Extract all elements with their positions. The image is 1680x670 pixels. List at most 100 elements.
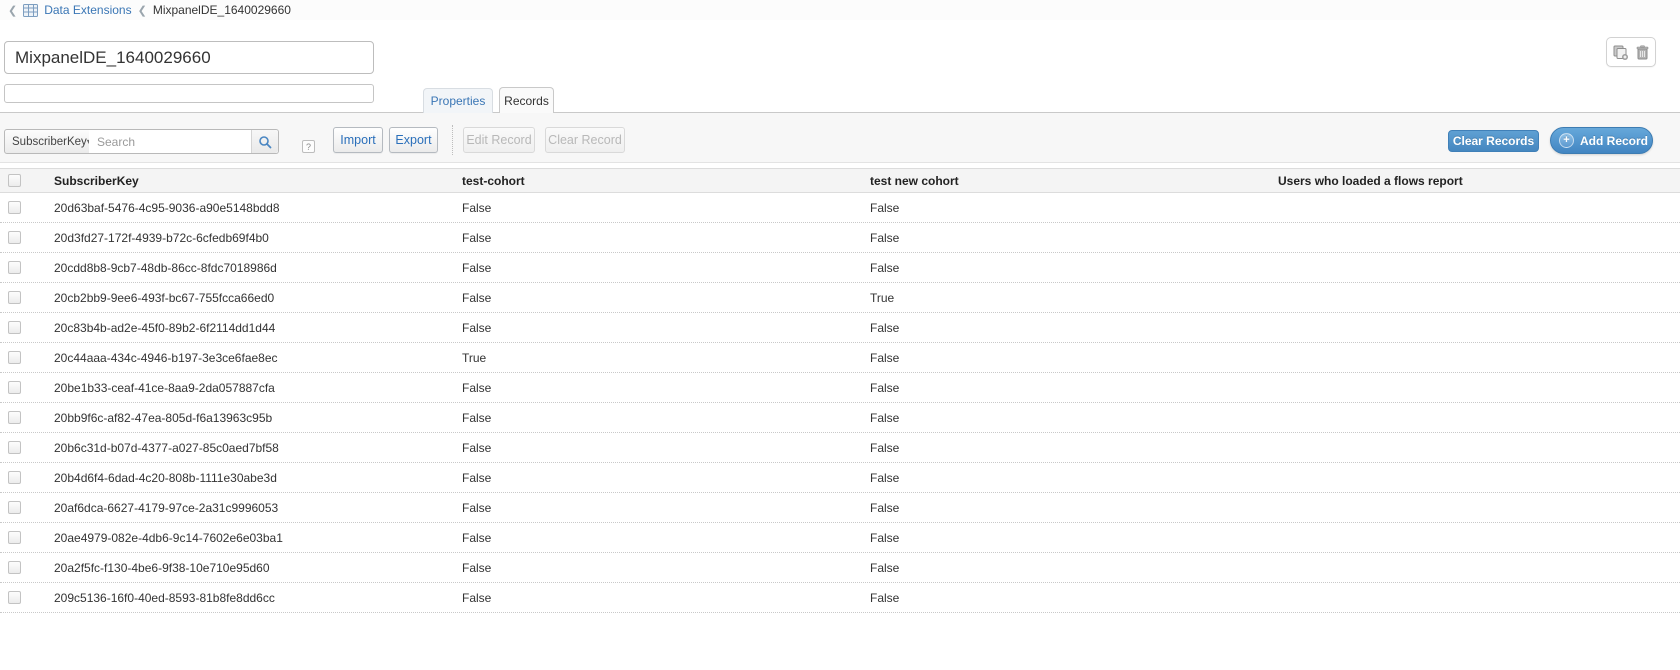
column-header-users-flows-report: Users who loaded a flows report xyxy=(1268,174,1680,188)
column-header-subscriberkey: SubscriberKey xyxy=(44,174,452,188)
extension-actions-group xyxy=(1606,37,1656,67)
search-icon xyxy=(258,135,272,149)
cell-test-cohort: False xyxy=(452,381,860,395)
data-extension-records-page: ❮ Data Extensions ❮ MixpanelDE_164002966… xyxy=(0,0,1680,670)
row-checkbox[interactable] xyxy=(8,411,21,424)
table-row: 20af6dca-6627-4179-97ce-2a31c9996053 Fal… xyxy=(0,493,1680,523)
cell-test-new-cohort: False xyxy=(860,471,1268,485)
cell-test-new-cohort: False xyxy=(860,561,1268,575)
table-row: 20a2f5fc-f130-4be6-9f38-10e710e95d60 Fal… xyxy=(0,553,1680,583)
table-row: 20be1b33-ceaf-41ce-8aa9-2da057887cfa Fal… xyxy=(0,373,1680,403)
breadcrumb-data-extensions-link[interactable]: Data Extensions xyxy=(44,3,131,17)
cell-subscriberkey: 20cdd8b8-9cb7-48db-86cc-8fdc7018986d xyxy=(44,261,452,275)
tab-properties[interactable]: Properties xyxy=(423,88,493,113)
table-row: 20b6c31d-b07d-4377-a027-85c0aed7bf58 Fal… xyxy=(0,433,1680,463)
select-all-checkbox[interactable] xyxy=(8,174,21,187)
cell-test-cohort: False xyxy=(452,261,860,275)
cell-subscriberkey: 20af6dca-6627-4179-97ce-2a31c9996053 xyxy=(44,501,452,515)
row-checkbox[interactable] xyxy=(8,231,21,244)
extension-name-field[interactable] xyxy=(4,41,374,74)
cell-test-new-cohort: False xyxy=(860,591,1268,605)
cell-test-new-cohort: False xyxy=(860,531,1268,545)
row-checkbox[interactable] xyxy=(8,471,21,484)
cell-test-new-cohort: False xyxy=(860,261,1268,275)
table-body: 20d63baf-5476-4c95-9036-a90e5148bdd8 Fal… xyxy=(0,193,1680,613)
cell-subscriberkey: 20d3fd27-172f-4939-b72c-6cfedb69f4b0 xyxy=(44,231,452,245)
table-row: 20d63baf-5476-4c95-9036-a90e5148bdd8 Fal… xyxy=(0,193,1680,223)
toolbar-divider xyxy=(452,125,453,155)
add-record-button[interactable]: + Add Record xyxy=(1550,127,1653,154)
cell-subscriberkey: 209c5136-16f0-40ed-8593-81b8fe8dd6cc xyxy=(44,591,452,605)
row-checkbox[interactable] xyxy=(8,441,21,454)
cell-test-cohort: False xyxy=(452,501,860,515)
cell-test-new-cohort: True xyxy=(860,291,1268,305)
tab-records[interactable]: Records xyxy=(499,87,554,113)
table-row: 20c83b4b-ad2e-45f0-89b2-6f2114dd1d44 Fal… xyxy=(0,313,1680,343)
back-chevron-icon[interactable]: ❮ xyxy=(8,4,17,17)
cell-test-new-cohort: False xyxy=(860,321,1268,335)
cell-test-cohort: False xyxy=(452,471,860,485)
search-button[interactable] xyxy=(251,130,278,153)
copy-icon[interactable] xyxy=(1613,45,1629,60)
cell-subscriberkey: 20c44aaa-434c-4946-b197-3e3ce6fae8ec xyxy=(44,351,452,365)
table-row: 20cdd8b8-9cb7-48db-86cc-8fdc7018986d Fal… xyxy=(0,253,1680,283)
cell-test-new-cohort: False xyxy=(860,411,1268,425)
cell-test-cohort: False xyxy=(452,561,860,575)
help-icon[interactable]: ? xyxy=(302,140,315,153)
cell-subscriberkey: 20d63baf-5476-4c95-9036-a90e5148bdd8 xyxy=(44,201,452,215)
data-extension-grid-icon xyxy=(23,4,38,17)
cell-test-new-cohort: False xyxy=(860,441,1268,455)
row-checkbox[interactable] xyxy=(8,261,21,274)
cell-subscriberkey: 20b6c31d-b07d-4377-a027-85c0aed7bf58 xyxy=(44,441,452,455)
search-field-dropdown[interactable]: SubscriberKey ▾ xyxy=(4,129,90,154)
cell-test-cohort: False xyxy=(452,531,860,545)
breadcrumb-current-item: MixpanelDE_1640029660 xyxy=(153,3,291,17)
edit-record-button[interactable]: Edit Record xyxy=(463,127,535,153)
cell-test-new-cohort: False xyxy=(860,381,1268,395)
search-box xyxy=(89,129,279,154)
row-checkbox[interactable] xyxy=(8,531,21,544)
cell-subscriberkey: 20c83b4b-ad2e-45f0-89b2-6f2114dd1d44 xyxy=(44,321,452,335)
table-row: 20b4d6f4-6dad-4c20-808b-1111e30abe3d Fal… xyxy=(0,463,1680,493)
clear-records-button[interactable]: Clear Records xyxy=(1448,130,1539,152)
table-row: 20bb9f6c-af82-47ea-805d-f6a13963c95b Fal… xyxy=(0,403,1680,433)
row-checkbox[interactable] xyxy=(8,561,21,574)
cell-test-cohort: False xyxy=(452,411,860,425)
cell-test-cohort: False xyxy=(452,441,860,455)
column-header-test-new-cohort: test new cohort xyxy=(860,174,1268,188)
import-button[interactable]: Import xyxy=(333,127,383,153)
plus-icon: + xyxy=(1559,133,1574,148)
cell-test-new-cohort: False xyxy=(860,231,1268,245)
cell-subscriberkey: 20be1b33-ceaf-41ce-8aa9-2da057887cfa xyxy=(44,381,452,395)
table-row: 20cb2bb9-9ee6-493f-bc67-755fcca66ed0 Fal… xyxy=(0,283,1680,313)
row-checkbox[interactable] xyxy=(8,591,21,604)
table-row: 20d3fd27-172f-4939-b72c-6cfedb69f4b0 Fal… xyxy=(0,223,1680,253)
cell-test-cohort: False xyxy=(452,591,860,605)
cell-test-cohort: False xyxy=(452,201,860,215)
row-checkbox[interactable] xyxy=(8,381,21,394)
cell-subscriberkey: 20a2f5fc-f130-4be6-9f38-10e710e95d60 xyxy=(44,561,452,575)
clear-record-button[interactable]: Clear Record xyxy=(545,127,625,153)
cell-test-new-cohort: False xyxy=(860,351,1268,365)
add-record-label: Add Record xyxy=(1580,134,1648,148)
export-button[interactable]: Export xyxy=(389,127,438,153)
row-checkbox[interactable] xyxy=(8,501,21,514)
records-toolbar: SubscriberKey ▾ ? Import Export Edit Rec… xyxy=(0,113,1680,163)
search-field-value: SubscriberKey xyxy=(12,136,87,148)
table-row: 209c5136-16f0-40ed-8593-81b8fe8dd6cc Fal… xyxy=(0,583,1680,613)
cell-test-cohort: False xyxy=(452,291,860,305)
table-row: 20c44aaa-434c-4946-b197-3e3ce6fae8ec Tru… xyxy=(0,343,1680,373)
row-checkbox[interactable] xyxy=(8,321,21,334)
trash-icon[interactable] xyxy=(1636,45,1649,60)
column-header-test-cohort: test-cohort xyxy=(452,174,860,188)
table-row: 20ae4979-082e-4db6-9c14-7602e6e03ba1 Fal… xyxy=(0,523,1680,553)
table-header-row: SubscriberKey test-cohort test new cohor… xyxy=(0,168,1680,193)
row-checkbox[interactable] xyxy=(8,351,21,364)
cell-subscriberkey: 20cb2bb9-9ee6-493f-bc67-755fcca66ed0 xyxy=(44,291,452,305)
cell-test-cohort: True xyxy=(452,351,860,365)
row-checkbox[interactable] xyxy=(8,201,21,214)
row-checkbox[interactable] xyxy=(8,291,21,304)
records-table: SubscriberKey test-cohort test new cohor… xyxy=(0,168,1680,613)
extension-description-field[interactable] xyxy=(4,84,374,103)
cell-test-cohort: False xyxy=(452,321,860,335)
